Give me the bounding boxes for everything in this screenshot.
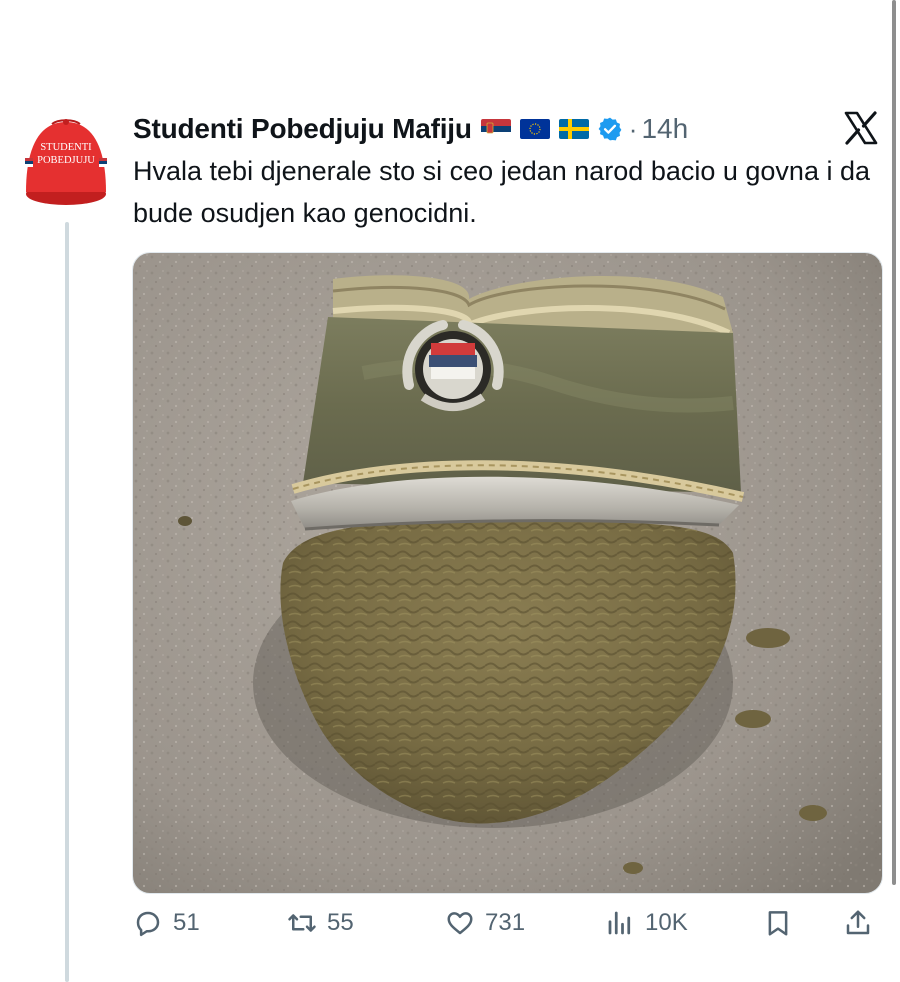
thread-connector-line <box>65 222 69 982</box>
serbia-flag-icon <box>480 119 511 139</box>
bookmark-button[interactable] <box>763 908 793 938</box>
reply-count: 51 <box>173 909 200 936</box>
heart-icon <box>447 912 473 935</box>
avatar-caption-line1: STUDENTI <box>40 142 92 153</box>
x-logo-icon <box>844 111 878 145</box>
author-name[interactable]: Studenti Pobedjuju Mafiju <box>133 113 472 145</box>
verified-badge-icon <box>598 117 622 141</box>
reply-button[interactable]: 51 <box>133 908 200 938</box>
military-cap-on-dung-photo <box>133 253 882 893</box>
tweet-header: Studenti Pobedjuju Mafiju · 14h <box>133 112 688 146</box>
like-button[interactable]: 731 <box>445 908 525 938</box>
scrollbar[interactable] <box>892 0 896 885</box>
tweet-text: Hvala tebi djenerale sto si ceo jedan na… <box>133 156 870 228</box>
tweet-timestamp[interactable]: 14h <box>641 113 688 145</box>
share-button[interactable] <box>843 908 873 938</box>
avatar[interactable]: STUDENTI POBEDJUJU <box>22 116 110 208</box>
tweet-media-image[interactable] <box>132 252 883 894</box>
views-chart-icon <box>608 911 631 935</box>
tweet-action-bar: 51 55 731 10K <box>133 908 883 950</box>
like-count: 731 <box>485 909 526 936</box>
sweden-flag-icon <box>558 119 589 139</box>
repost-count: 55 <box>327 909 354 936</box>
eu-flag-icon <box>519 119 550 139</box>
share-icon <box>846 910 870 935</box>
views-button[interactable]: 10K <box>605 908 688 938</box>
repost-button[interactable]: 55 <box>287 908 354 938</box>
bookmark-icon <box>768 911 788 936</box>
reply-icon <box>136 911 160 937</box>
avatar-caption-line2: POBEDJUJU <box>37 155 95 166</box>
views-count: 10K <box>645 909 688 936</box>
separator-dot: · <box>628 113 638 144</box>
red-cap-avatar-image: STUDENTI POBEDJUJU <box>25 119 107 205</box>
repost-icon <box>288 914 316 932</box>
